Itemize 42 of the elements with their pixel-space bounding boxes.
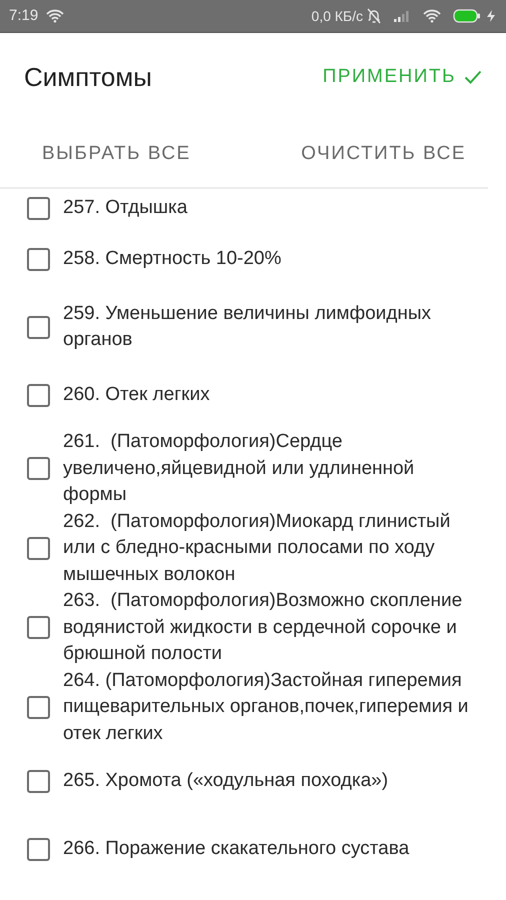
symptom-label: 262. (Патоморфология)Миокард глинистый или с бледно-красными полосами по ходу мышечных волокон: [63, 510, 452, 586]
status-time: 7:19: [9, 6, 38, 26]
symptom-item[interactable]: 262. (Патоморфология)Миокард глинистый или с бледно-красными полосами по ходу мышечных волокон: [0, 508, 506, 588]
battery-icon: [453, 9, 481, 23]
checkbox[interactable]: [27, 248, 50, 270]
network-speed: 0,0 КБ/с: [311, 6, 363, 26]
checkbox[interactable]: [27, 770, 50, 792]
symptom-item[interactable]: 263. (Патоморфология)Возможно скопление водянистой жидкости в сердечной сорочке и брюшной полости: [0, 588, 506, 668]
checkbox[interactable]: [27, 616, 50, 640]
action-button[interactable]: ВЫБРАТЬ ВСЕ: [42, 140, 191, 168]
checkbox[interactable]: [27, 196, 50, 220]
symptom-item[interactable]: 264. (Патоморфология)Застойная гиперемия пищеварительных органов,почек,гиперемия и отек легких: [0, 668, 506, 747]
symptom-label: 264. (Патоморфология)Застойная гиперемия пищеварительных органов,почек,гиперемия и отек легких: [63, 668, 470, 746]
wifi-icon: [46, 9, 64, 23]
screen-title: Симптомы: [24, 60, 152, 94]
symptom-item[interactable]: 260. Отек легких: [0, 361, 506, 429]
symptom-item[interactable]: 261. (Патоморфология)Сердце увеличено,яйцевидной или удлиненной формы: [0, 429, 506, 508]
symptom-label: 263. (Патоморфология)Возможно скопление водянистой жидкости в сердечной сорочке и брюшной полости: [63, 589, 464, 666]
symptom-item[interactable]: 257. Отдышка: [0, 187, 506, 225]
checkbox[interactable]: [27, 838, 50, 860]
symptom-label: 258. Смертность 10-20%: [63, 246, 282, 271]
wifi-signal-icon: [423, 9, 441, 23]
symptom-label: 259. Уменьшение величины лимфоидных органов: [63, 302, 432, 352]
checkbox[interactable]: [27, 457, 50, 480]
symptom-item[interactable]: 259. Уменьшение величины лимфоидных органов: [0, 293, 506, 361]
checkbox[interactable]: [27, 316, 50, 338]
symptom-item[interactable]: 266. Поражение скакательного сустава: [0, 815, 506, 883]
charging-icon: [485, 9, 497, 23]
checkbox[interactable]: [27, 696, 50, 719]
symptom-label: 257. Отдышка: [63, 196, 188, 220]
symptom-label: 261. (Патоморфология)Сердце увеличено,яйцевидной или удлиненной формы: [63, 430, 416, 507]
symptom-label: 266. Поражение скакательного сустава: [63, 836, 410, 861]
check-icon: [464, 70, 482, 84]
signal-icon: [393, 9, 411, 23]
checkbox[interactable]: [27, 384, 50, 406]
symptom-item[interactable]: 258. Смертность 10-20%: [0, 225, 506, 293]
symptom-label: 265. Хромота («ходульная походка»): [63, 768, 390, 793]
action-button[interactable]: ОЧИСТИТЬ ВСЕ: [301, 140, 466, 168]
symptom-label: 260. Отек легких: [63, 382, 211, 407]
checkbox[interactable]: [27, 536, 50, 560]
symptom-item[interactable]: 265. Хромота («ходульная походка»): [0, 747, 506, 815]
bell-off-icon: [367, 8, 381, 24]
